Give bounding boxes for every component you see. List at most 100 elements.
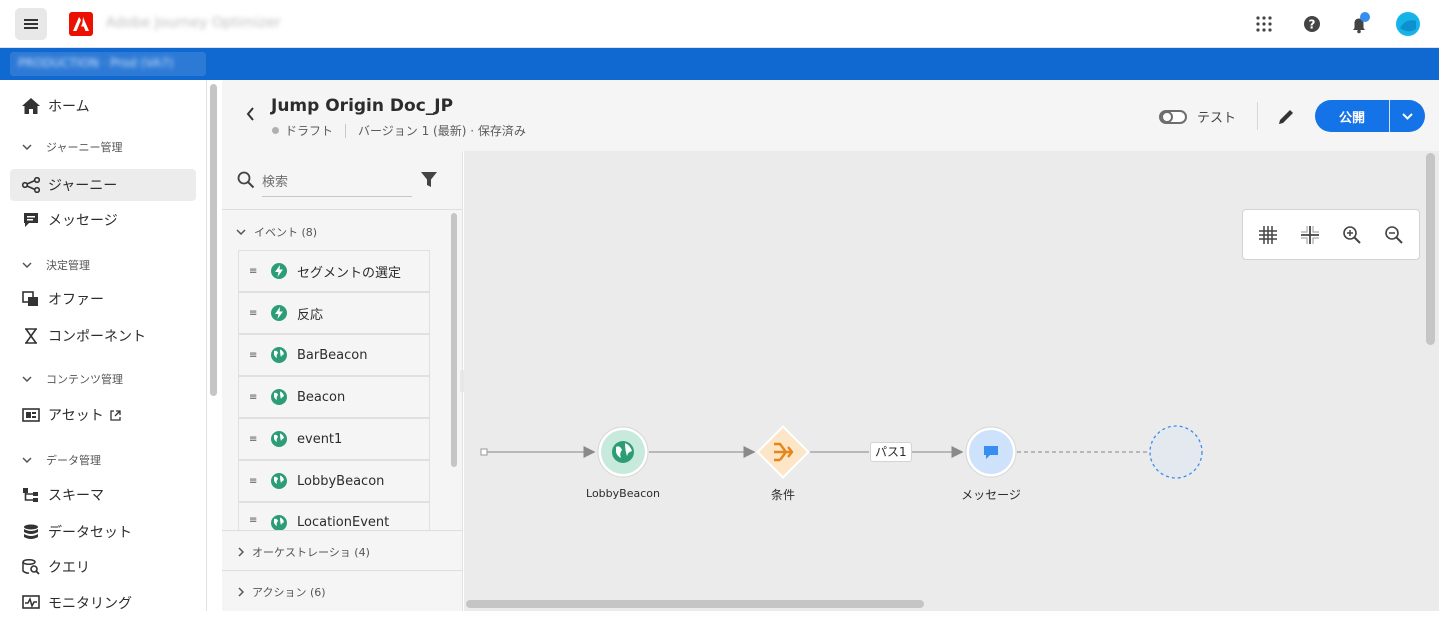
condition-node-icon[interactable] (756, 425, 810, 479)
nav-section-label: ジャーニー管理 (46, 141, 123, 154)
category-label: オーケストレーショ (4) (252, 546, 370, 559)
back-chevron-icon[interactable] (242, 106, 258, 122)
nav-item-datasets[interactable]: データセット (10, 516, 196, 548)
external-link-icon (110, 409, 121, 421)
category-label: アクション (6) (252, 586, 326, 599)
palette-scrollbar[interactable] (451, 213, 457, 467)
nav-label: モニタリング (48, 596, 132, 612)
start-point-icon (480, 448, 488, 456)
publish-button[interactable]: 公開 (1315, 100, 1425, 132)
nav-section-content-mgmt[interactable]: コンテンツ管理 (22, 371, 123, 387)
globe-icon (271, 473, 287, 489)
offer-icon (22, 290, 40, 308)
event-node-icon[interactable] (597, 426, 649, 478)
chevron-down-icon (22, 457, 36, 463)
node-label: メッセージ (961, 488, 1021, 502)
globe-icon (271, 431, 287, 447)
empty-node-placeholder[interactable] (1149, 425, 1203, 479)
journey-flow (480, 425, 1203, 479)
journey-header: Jump Origin Doc_JP ドラフト バージョン 1 (最新) · 保… (222, 80, 1439, 151)
divider (222, 570, 462, 571)
palette-item-label: セグメントの選定 (297, 265, 402, 281)
palette-item[interactable]: ≡ Beacon (238, 376, 430, 418)
chevron-down-icon[interactable] (1390, 112, 1425, 120)
nav-item-journeys[interactable]: ジャーニー (10, 169, 196, 201)
asset-icon (22, 406, 40, 424)
help-icon[interactable]: ? (1300, 12, 1324, 36)
palette-item-label: 反応 (297, 307, 324, 323)
chevron-right-icon (238, 587, 244, 597)
filter-icon[interactable] (420, 171, 438, 193)
test-mode-toggle[interactable] (1159, 110, 1187, 124)
journey-canvas[interactable]: LobbyBeacon 条件 パス1 メッセージ (464, 151, 1439, 611)
nav-label: クエリ (48, 560, 90, 576)
apps-grid-icon[interactable] (1252, 12, 1276, 36)
nav-label: コンポーネント (48, 329, 146, 345)
globe-icon (271, 389, 287, 405)
palette-item-label: Beacon (297, 389, 346, 405)
palette-item[interactable]: ≡ event1 (238, 418, 430, 460)
palette-item[interactable]: ≡ LocationEvent (238, 502, 430, 531)
user-avatar[interactable] (1396, 12, 1420, 36)
chevron-down-icon (22, 144, 36, 150)
nav-label: メッセージ (48, 213, 118, 229)
category-events[interactable]: イベント (8) (236, 224, 317, 240)
edit-pencil-icon[interactable] (1276, 107, 1296, 127)
nav-section-data-mgmt[interactable]: データ管理 (22, 452, 101, 468)
palette-item-label: LobbyBeacon (297, 473, 385, 489)
nav-item-messages[interactable]: メッセージ (10, 204, 196, 236)
drag-handle-icon: ≡ (249, 475, 258, 487)
home-icon (22, 97, 40, 115)
chevron-down-icon (236, 229, 246, 235)
nav-item-monitoring[interactable]: モニタリング (10, 587, 196, 619)
category-orchestration[interactable]: オーケストレーショ (4) (238, 544, 370, 560)
divider (222, 209, 462, 210)
left-nav: ホーム ジャーニー管理 ジャーニー メッセージ 決定管理 オファー コンポーネン… (0, 80, 207, 612)
palette-item-label: LocationEvent (297, 515, 390, 530)
chevron-right-icon (238, 547, 244, 557)
database-icon (22, 523, 40, 541)
divider (1389, 100, 1390, 132)
page-title: Jump Origin Doc_JP (271, 96, 454, 116)
activity-palette: イベント (8) ≡ セグメントの選定 ≡ 反応 ≡ BarBeacon ≡ B… (222, 151, 463, 611)
org-text: PRODUCTION · Prod (VA7) (18, 56, 174, 70)
nav-section-label: データ管理 (46, 454, 101, 467)
divider (222, 530, 462, 531)
component-icon (22, 327, 40, 345)
category-label: イベント (8) (254, 226, 318, 239)
nav-item-queries[interactable]: クエリ (10, 551, 196, 583)
chevron-down-icon (22, 376, 36, 382)
chevron-down-icon (22, 262, 36, 268)
monitoring-icon (22, 594, 40, 612)
nav-section-journey-mgmt[interactable]: ジャーニー管理 (22, 139, 122, 155)
search-input[interactable] (262, 169, 412, 197)
drag-handle-icon: ≡ (249, 515, 258, 526)
path-label[interactable]: パス1 (870, 442, 912, 462)
nav-item-offers[interactable]: オファー (10, 283, 196, 315)
category-actions[interactable]: アクション (6) (238, 584, 326, 600)
nav-label: アセット (48, 408, 104, 424)
palette-item[interactable]: ≡ 反応 (238, 292, 430, 334)
left-nav-scrollbar[interactable] (210, 84, 217, 396)
message-node-icon[interactable] (965, 426, 1017, 478)
org-switcher[interactable]: PRODUCTION · Prod (VA7) (10, 52, 206, 76)
lightning-icon (271, 263, 287, 279)
nav-item-components[interactable]: コンポーネント (10, 320, 196, 352)
adobe-logo[interactable] (69, 12, 93, 36)
canvas-horizontal-scrollbar[interactable] (466, 600, 924, 608)
nav-item-schemas[interactable]: スキーマ (10, 479, 196, 511)
drag-handle-icon: ≡ (249, 433, 258, 445)
palette-item[interactable]: ≡ LobbyBeacon (238, 460, 430, 502)
canvas-vertical-scrollbar[interactable] (1426, 153, 1435, 345)
nav-item-home[interactable]: ホーム (10, 90, 196, 122)
nav-label: スキーマ (48, 488, 104, 504)
menu-icon[interactable] (15, 8, 47, 40)
search-icon (237, 171, 255, 193)
notification-bell-icon[interactable] (1347, 12, 1371, 36)
palette-item[interactable]: ≡ セグメントの選定 (238, 250, 430, 292)
palette-item[interactable]: ≡ BarBeacon (238, 334, 430, 376)
drag-handle-icon: ≡ (249, 265, 258, 277)
nav-item-assets[interactable]: アセット (10, 399, 196, 431)
globe-icon (271, 347, 287, 363)
nav-section-decision-mgmt[interactable]: 決定管理 (22, 257, 90, 273)
